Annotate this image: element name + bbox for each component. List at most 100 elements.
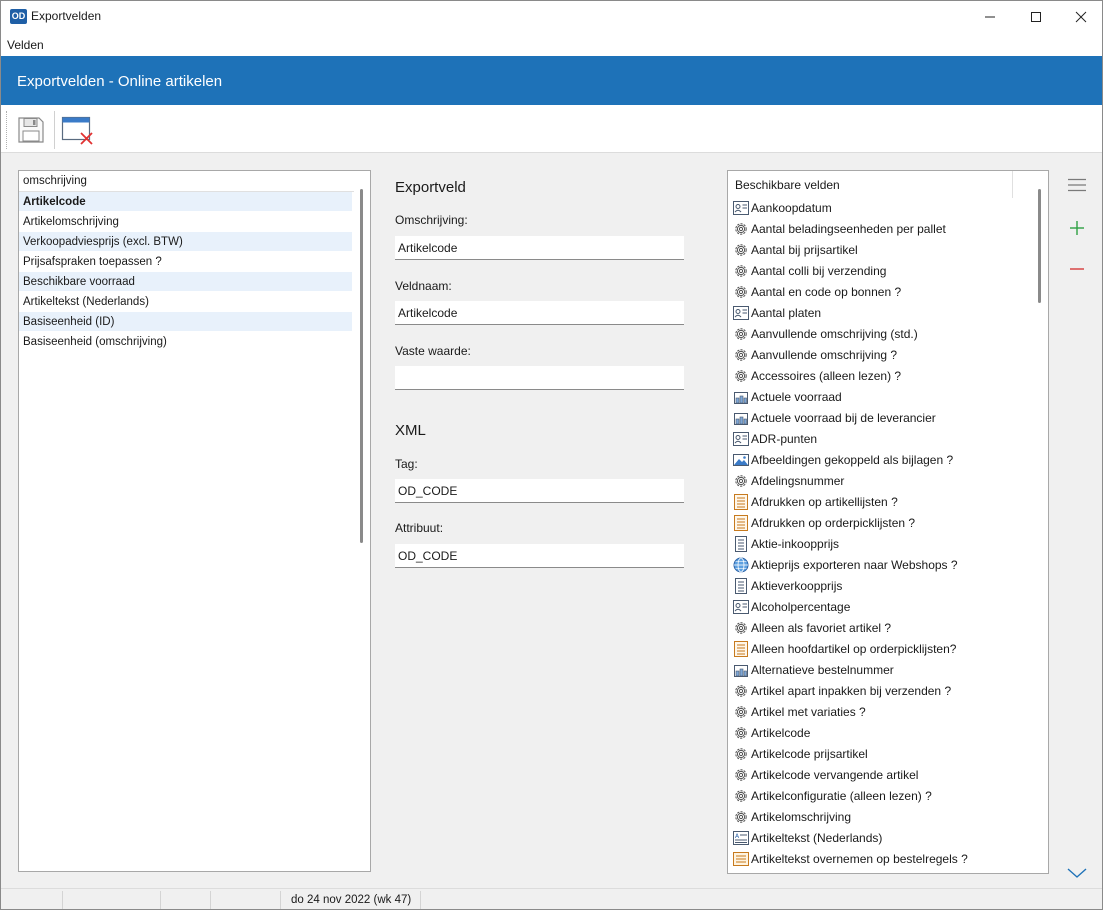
list-item[interactable]: Basiseenheid (omschrijving) [19, 332, 352, 352]
list-item[interactable]: Prijsafspraken toepassen ? [19, 252, 352, 272]
available-field-label: Aanvullende omschrijving ? [751, 347, 898, 362]
list-item[interactable]: Verkoopadviesprijs (excl. BTW) [19, 232, 352, 252]
list-item[interactable]: Beschikbare voorraad [19, 272, 352, 292]
card-icon [732, 598, 749, 615]
document-icon [732, 535, 749, 552]
available-field-label: Afdrukken op artikellijsten ? [751, 494, 898, 509]
list-item[interactable]: Basiseenheid (ID) [19, 312, 352, 332]
available-field-item[interactable]: Alcoholpercentage [732, 596, 1032, 617]
status-cell [161, 891, 211, 909]
available-field-item[interactable]: Afbeeldingen gekoppeld als bijlagen ? [732, 449, 1032, 470]
attribuut-label: Attribuut: [395, 521, 444, 535]
export-fields-window: OD Exportvelden Velden Exportvelden - On… [0, 0, 1103, 910]
menu-button[interactable] [1063, 171, 1091, 199]
available-field-label: Artikelomschrijving [751, 809, 852, 824]
veldnaam-label: Veldnaam: [395, 279, 452, 293]
available-fields-header: Beschikbare velden [728, 171, 1013, 198]
close-form-button[interactable] [61, 113, 95, 147]
available-field-item[interactable]: Aktieprijs exporteren naar Webshops ? [732, 554, 1032, 575]
gear-icon [732, 766, 749, 783]
list-item[interactable]: Artikelomschrijving [19, 212, 352, 232]
minimize-icon [985, 16, 995, 17]
available-field-item[interactable]: Aankoopdatum [732, 197, 1032, 218]
page-title: Exportvelden - Online artikelen [17, 73, 223, 90]
close-window-button[interactable] [1058, 1, 1102, 32]
available-field-item[interactable]: Artikeltekst overnemen op bestelregels ? [732, 848, 1032, 869]
available-fields-scrollbar[interactable] [1038, 189, 1041, 303]
available-field-label: Aantal platen [751, 305, 822, 320]
available-field-item[interactable]: Aantal platen [732, 302, 1032, 323]
available-field-label: Actuele voorraad bij de leverancier [751, 410, 936, 425]
menu-bar: Velden [1, 32, 1102, 56]
available-field-item[interactable]: Alleen als favoriet artikel ? [732, 617, 1032, 638]
available-field-item[interactable]: ADR-punten [732, 428, 1032, 449]
available-field-item[interactable]: Artikelconfiguratie (alleen lezen) ? [732, 785, 1032, 806]
gear-icon [732, 262, 749, 279]
add-field-button[interactable] [1063, 214, 1091, 242]
available-field-label: Aktieprijs exporteren naar Webshops ? [751, 557, 958, 572]
available-field-item[interactable]: Aktieverkoopprijs [732, 575, 1032, 596]
gear-icon [732, 367, 749, 384]
available-field-item[interactable]: Afdrukken op artikellijsten ? [732, 491, 1032, 512]
available-field-label: Artikelconfiguratie (alleen lezen) ? [751, 788, 932, 803]
available-field-item[interactable]: Aanvullende omschrijving (std.) [732, 323, 1032, 344]
vaste-waarde-field[interactable] [395, 366, 684, 390]
available-field-label: ADR-punten [751, 431, 818, 446]
omschrijving-label: Omschrijving: [395, 213, 468, 227]
available-field-item[interactable]: Aantal bij prijsartikel [732, 239, 1032, 260]
available-field-label: Afdelingsnummer [751, 473, 845, 488]
available-field-item[interactable]: Artikelcode vervangende artikel [732, 764, 1032, 785]
available-field-item[interactable]: Alternatieve bestelnummer [732, 659, 1032, 680]
omschrijving-field[interactable] [395, 236, 684, 260]
scroll-down-button[interactable] [1063, 859, 1091, 887]
available-field-item[interactable]: Actuele voorraad bij de leverancier [732, 407, 1032, 428]
available-field-item[interactable]: Actuele voorraad [732, 386, 1032, 407]
image-icon [732, 451, 749, 468]
gear-icon [732, 472, 749, 489]
list-item[interactable]: Artikelcode [19, 192, 352, 212]
card-icon [732, 199, 749, 216]
available-field-item[interactable]: Aanvullende omschrijving ? [732, 344, 1032, 365]
left-list-scrollbar[interactable] [360, 189, 363, 543]
save-button[interactable] [14, 113, 48, 147]
list-item[interactable]: Artikeltekst (Nederlands) [19, 292, 352, 312]
available-field-item[interactable]: Afdrukken op orderpicklijsten ? [732, 512, 1032, 533]
toolbar [1, 105, 1102, 153]
available-field-item[interactable]: A Artikeltekst (Nederlands) [732, 827, 1032, 848]
card-icon [732, 304, 749, 321]
available-field-label: Aantal beladingseenheden per pallet [751, 221, 946, 236]
available-field-item[interactable]: Aktie-inkoopprijs [732, 533, 1032, 554]
available-field-label: Artikeltekst overnemen op bestelregels ? [751, 851, 968, 866]
available-field-label: Alternatieve bestelnummer [751, 662, 894, 677]
available-field-item[interactable]: Artikelomschrijving [732, 806, 1032, 827]
available-field-label: Aanvullende omschrijving (std.) [751, 326, 918, 341]
available-field-item[interactable]: Artikel met variaties ? [732, 701, 1032, 722]
veldnaam-field[interactable] [395, 301, 684, 325]
available-field-item[interactable]: Afdelingsnummer [732, 470, 1032, 491]
available-field-label: Aktie-inkoopprijs [751, 536, 840, 551]
available-field-item[interactable]: Aantal en code op bonnen ? [732, 281, 1032, 302]
available-field-item[interactable]: Accessoires (alleen lezen) ? [732, 365, 1032, 386]
maximize-button[interactable] [1013, 1, 1059, 32]
remove-field-button[interactable] [1063, 255, 1091, 283]
available-field-item[interactable]: Artikelcode prijsartikel [732, 743, 1032, 764]
column-header-omschrijving[interactable]: omschrijving [19, 171, 354, 192]
available-fields-list[interactable]: Beschikbare velden Aankoopdatum Aantal be… [727, 170, 1049, 874]
minimize-button[interactable] [967, 1, 1013, 32]
available-fields-rows: Aankoopdatum Aantal beladingseenheden per… [732, 197, 1032, 869]
available-field-item[interactable]: Alleen hoofdartikel op orderpicklijsten? [732, 638, 1032, 659]
printer-list-icon [732, 493, 749, 510]
tag-field[interactable] [395, 479, 684, 503]
gear-icon [732, 703, 749, 720]
available-field-item[interactable]: Aantal beladingseenheden per pallet [732, 218, 1032, 239]
app-logo-icon: OD [10, 9, 27, 24]
menu-velden[interactable]: Velden [7, 38, 44, 52]
gear-icon [732, 220, 749, 237]
available-field-item[interactable]: Artikel apart inpakken bij verzenden ? [732, 680, 1032, 701]
export-fields-list[interactable]: omschrijving Artikelcode Artikelomschrij… [18, 170, 371, 872]
available-field-item[interactable]: Aantal colli bij verzending [732, 260, 1032, 281]
available-field-label: Accessoires (alleen lezen) ? [751, 368, 902, 383]
available-field-item[interactable]: Artikelcode [732, 722, 1032, 743]
attribuut-field[interactable] [395, 544, 684, 568]
orange-list-icon [732, 850, 749, 867]
